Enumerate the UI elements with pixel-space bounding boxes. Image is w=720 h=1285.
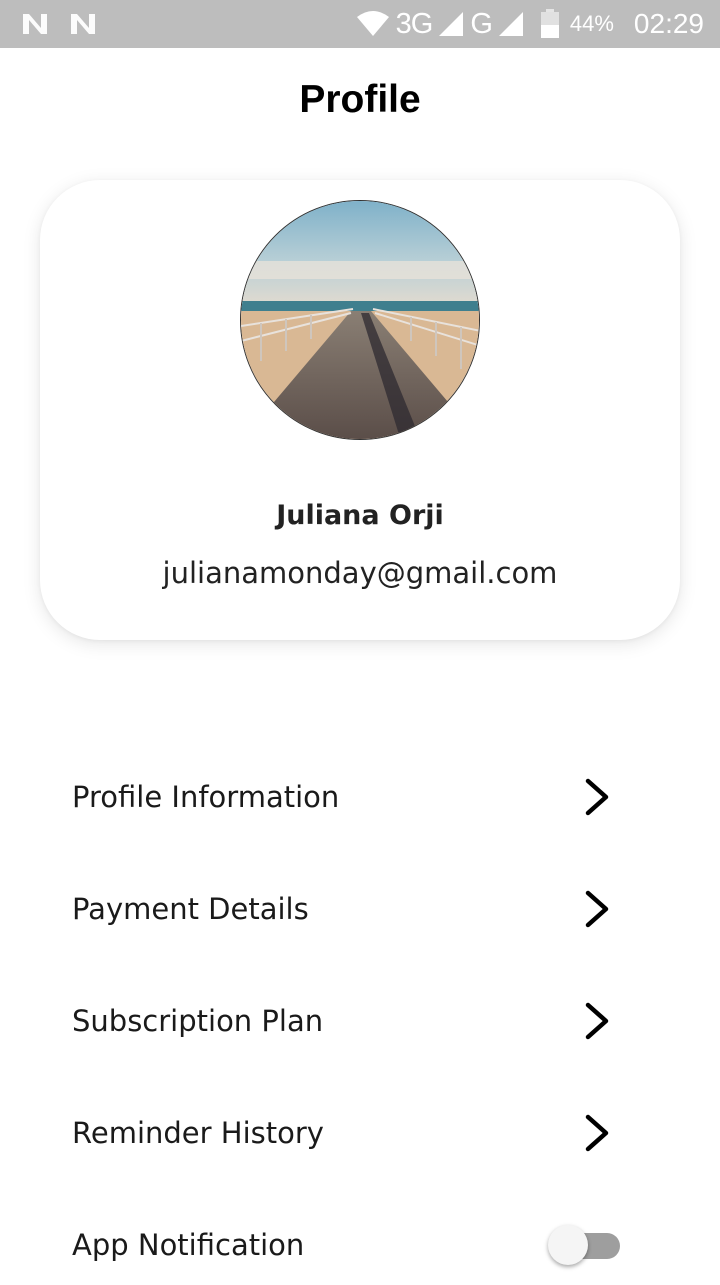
toggle-thumb (548, 1225, 588, 1265)
battery-percent: 44% (569, 11, 614, 36)
menu-item-label: Profile Information (72, 780, 340, 814)
menu-item-payment-details[interactable]: Payment Details (72, 869, 632, 949)
chevron-right-icon (585, 1114, 609, 1152)
network-g-label: G (470, 7, 493, 40)
notification-toggle[interactable] (548, 1225, 622, 1265)
status-bar: 3G G 44% 02:29 (0, 0, 720, 48)
clock: 02:29 (633, 8, 704, 39)
network-3g-label: 3G (395, 7, 434, 40)
profile-email: julianamonday@gmail.com (162, 556, 558, 590)
signal-icon (439, 12, 464, 36)
wifi-icon (356, 11, 389, 36)
signal-icon (498, 12, 523, 36)
menu-item-reminder-history[interactable]: Reminder History (72, 1093, 632, 1173)
chevron-right-icon (585, 778, 609, 816)
battery-icon (540, 9, 559, 38)
menu-item-app-notification: App Notification (72, 1205, 632, 1285)
status-bar-system: 3G G 44% 02:29 (356, 0, 704, 48)
notification-n-icon (23, 14, 47, 34)
status-bar-notifications (20, 10, 98, 38)
chevron-right-icon (585, 1002, 609, 1040)
profile-name: Juliana Orji (276, 500, 444, 531)
menu-item-label: Payment Details (72, 892, 309, 926)
notification-n-icon (71, 14, 95, 34)
profile-card: Juliana Orji julianamonday@gmail.com (40, 180, 680, 640)
avatar-photo-boardwalk (241, 201, 479, 439)
menu-item-subscription-plan[interactable]: Subscription Plan (72, 981, 632, 1061)
chevron-right-icon (585, 890, 609, 928)
menu-item-label: Reminder History (72, 1116, 324, 1150)
menu-item-profile-information[interactable]: Profile Information (72, 757, 632, 837)
menu-item-label: App Notification (72, 1228, 305, 1262)
page-title: Profile (299, 78, 421, 121)
avatar[interactable] (240, 200, 480, 440)
menu-item-label: Subscription Plan (72, 1004, 324, 1038)
